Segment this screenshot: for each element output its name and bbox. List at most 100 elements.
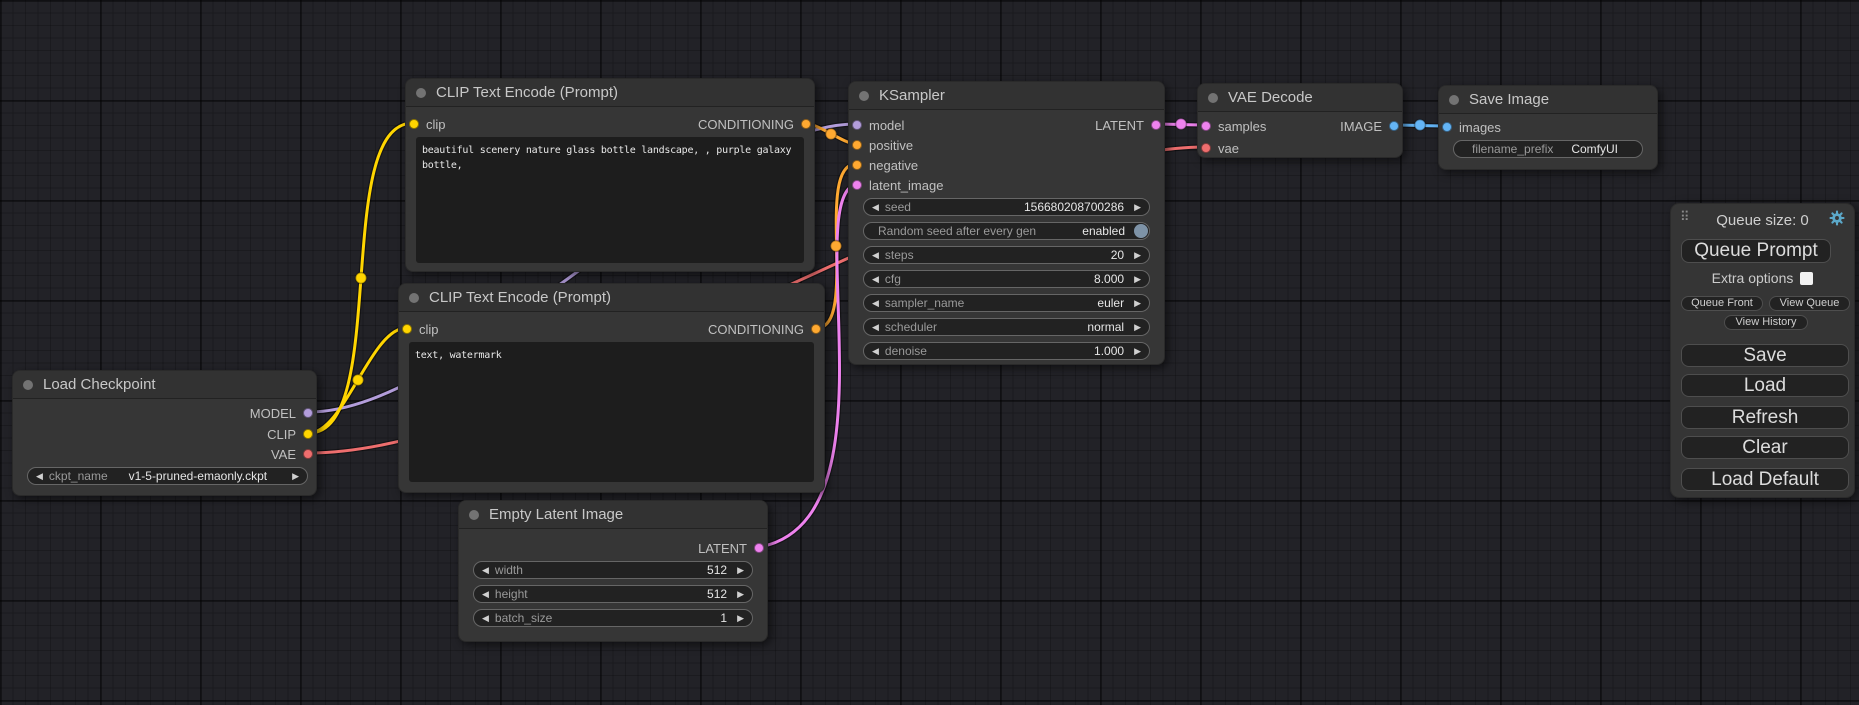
- increment-arrow-icon[interactable]: ▶: [1134, 247, 1141, 263]
- increment-arrow-icon[interactable]: ▶: [1134, 343, 1141, 359]
- increment-arrow-icon[interactable]: ▶: [1134, 271, 1141, 287]
- latent-slot-dot[interactable]: [754, 543, 764, 553]
- extra-options-checkbox[interactable]: [1800, 272, 1813, 285]
- vae-slot-dot[interactable]: [1201, 143, 1211, 153]
- collapse-dot-icon[interactable]: [469, 510, 479, 520]
- increment-arrow-icon[interactable]: ▶: [1134, 295, 1141, 311]
- node-title-bar[interactable]: CLIP Text Encode (Prompt): [406, 79, 814, 107]
- load-button[interactable]: Load: [1681, 374, 1849, 397]
- node-clip-text-encode-negative[interactable]: CLIP Text Encode (Prompt) clip CONDITION…: [398, 283, 825, 493]
- node-ksampler[interactable]: KSampler model positive negative latent_…: [848, 81, 1165, 365]
- width-widget[interactable]: ◀ width 512 ▶: [473, 561, 753, 579]
- output-slot-conditioning[interactable]: CONDITIONING: [708, 319, 821, 339]
- view-history-button[interactable]: View History: [1724, 315, 1808, 330]
- input-slot-clip[interactable]: clip: [402, 319, 439, 339]
- latent-slot-dot[interactable]: [852, 180, 862, 190]
- clip-slot-dot[interactable]: [303, 429, 313, 439]
- output-slot-latent[interactable]: LATENT: [1095, 115, 1161, 135]
- load-default-button[interactable]: Load Default: [1681, 468, 1849, 491]
- node-empty-latent-image[interactable]: Empty Latent Image LATENT ◀ width 512 ▶ …: [458, 500, 768, 642]
- input-slot-samples[interactable]: samples: [1201, 116, 1266, 136]
- decrement-arrow-icon[interactable]: ◀: [872, 319, 879, 335]
- steps-widget[interactable]: ◀ steps 20 ▶: [863, 246, 1150, 264]
- view-queue-button[interactable]: View Queue: [1769, 296, 1850, 311]
- increment-arrow-icon[interactable]: ▶: [1134, 319, 1141, 335]
- output-slot-latent[interactable]: LATENT: [698, 538, 764, 558]
- node-clip-text-encode-positive[interactable]: CLIP Text Encode (Prompt) clip CONDITION…: [405, 78, 815, 272]
- input-slot-negative[interactable]: negative: [852, 155, 918, 175]
- output-slot-model[interactable]: MODEL: [250, 403, 313, 423]
- decrement-arrow-icon[interactable]: ◀: [872, 247, 879, 263]
- input-slot-model[interactable]: model: [852, 115, 904, 135]
- conditioning-slot-dot[interactable]: [852, 160, 862, 170]
- cfg-widget[interactable]: ◀ cfg 8.000 ▶: [863, 270, 1150, 288]
- denoise-widget[interactable]: ◀ denoise 1.000 ▶: [863, 342, 1150, 360]
- decrement-arrow-icon[interactable]: ◀: [482, 610, 489, 626]
- conditioning-slot-dot[interactable]: [811, 324, 821, 334]
- collapse-dot-icon[interactable]: [409, 293, 419, 303]
- output-slot-clip[interactable]: CLIP: [267, 424, 313, 444]
- increment-arrow-icon[interactable]: ▶: [737, 586, 744, 602]
- clear-button[interactable]: Clear: [1681, 436, 1849, 459]
- node-title-bar[interactable]: CLIP Text Encode (Prompt): [399, 284, 824, 312]
- clip-slot-dot[interactable]: [409, 119, 419, 129]
- toggle-circle-icon[interactable]: [1134, 224, 1148, 238]
- node-load-checkpoint[interactable]: Load Checkpoint MODEL CLIP VAE ◀ ckpt_na…: [12, 370, 317, 496]
- node-title-bar[interactable]: Empty Latent Image: [459, 501, 767, 529]
- filename-prefix-widget[interactable]: filename_prefix ComfyUI: [1453, 140, 1643, 158]
- node-title-bar[interactable]: Load Checkpoint: [13, 371, 316, 399]
- refresh-button[interactable]: Refresh: [1681, 406, 1849, 429]
- height-widget[interactable]: ◀ height 512 ▶: [473, 585, 753, 603]
- input-slot-positive[interactable]: positive: [852, 135, 913, 155]
- queue-front-button[interactable]: Queue Front: [1681, 296, 1763, 311]
- latent-slot-dot[interactable]: [1201, 121, 1211, 131]
- node-title-bar[interactable]: VAE Decode: [1198, 84, 1402, 112]
- input-slot-clip[interactable]: clip: [409, 114, 446, 134]
- node-title-bar[interactable]: KSampler: [849, 82, 1164, 110]
- sampler-name-widget[interactable]: ◀ sampler_name euler ▶: [863, 294, 1150, 312]
- vae-slot-dot[interactable]: [303, 449, 313, 459]
- decrement-arrow-icon[interactable]: ◀: [482, 586, 489, 602]
- decrement-arrow-icon[interactable]: ◀: [872, 295, 879, 311]
- decrement-arrow-icon[interactable]: ◀: [872, 343, 879, 359]
- output-slot-vae[interactable]: VAE: [271, 444, 313, 464]
- collapse-dot-icon[interactable]: [1449, 95, 1459, 105]
- batch-size-widget[interactable]: ◀ batch_size 1 ▶: [473, 609, 753, 627]
- save-button[interactable]: Save: [1681, 344, 1849, 367]
- collapse-dot-icon[interactable]: [1208, 93, 1218, 103]
- increment-arrow-icon[interactable]: ▶: [1134, 199, 1141, 215]
- image-slot-dot[interactable]: [1442, 122, 1452, 132]
- decrement-arrow-icon[interactable]: ◀: [482, 562, 489, 578]
- node-vae-decode[interactable]: VAE Decode samples vae IMAGE: [1197, 83, 1403, 158]
- input-slot-images[interactable]: images: [1442, 117, 1501, 137]
- output-slot-conditioning[interactable]: CONDITIONING: [698, 114, 811, 134]
- queue-prompt-button[interactable]: Queue Prompt: [1681, 239, 1831, 263]
- positive-prompt-textarea[interactable]: beautiful scenery nature glass bottle la…: [416, 137, 804, 263]
- ckpt-name-widget[interactable]: ◀ ckpt_name v1-5-pruned-emaonly.ckpt ▶: [27, 467, 308, 485]
- negative-prompt-textarea[interactable]: text, watermark: [409, 342, 814, 482]
- input-slot-latent-image[interactable]: latent_image: [852, 175, 943, 195]
- latent-slot-dot[interactable]: [1151, 120, 1161, 130]
- output-slot-image[interactable]: IMAGE: [1340, 116, 1399, 136]
- node-title-bar[interactable]: Save Image: [1439, 86, 1657, 114]
- seed-widget[interactable]: ◀ seed 156680208700286 ▶: [863, 198, 1150, 216]
- node-save-image[interactable]: Save Image images filename_prefix ComfyU…: [1438, 85, 1658, 170]
- decrement-arrow-icon[interactable]: ◀: [36, 468, 43, 484]
- decrement-arrow-icon[interactable]: ◀: [872, 199, 879, 215]
- conditioning-slot-dot[interactable]: [801, 119, 811, 129]
- decrement-arrow-icon[interactable]: ◀: [872, 271, 879, 287]
- clip-slot-dot[interactable]: [402, 324, 412, 334]
- input-slot-vae[interactable]: vae: [1201, 138, 1239, 158]
- increment-arrow-icon[interactable]: ▶: [737, 610, 744, 626]
- collapse-dot-icon[interactable]: [859, 91, 869, 101]
- random-seed-toggle-widget[interactable]: Random seed after every gen enabled: [863, 222, 1150, 240]
- model-slot-dot[interactable]: [852, 120, 862, 130]
- collapse-dot-icon[interactable]: [416, 88, 426, 98]
- increment-arrow-icon[interactable]: ▶: [292, 468, 299, 484]
- conditioning-slot-dot[interactable]: [852, 140, 862, 150]
- collapse-dot-icon[interactable]: [23, 380, 33, 390]
- model-slot-dot[interactable]: [303, 408, 313, 418]
- image-slot-dot[interactable]: [1389, 121, 1399, 131]
- settings-gear-icon[interactable]: [1828, 209, 1846, 227]
- scheduler-widget[interactable]: ◀ scheduler normal ▶: [863, 318, 1150, 336]
